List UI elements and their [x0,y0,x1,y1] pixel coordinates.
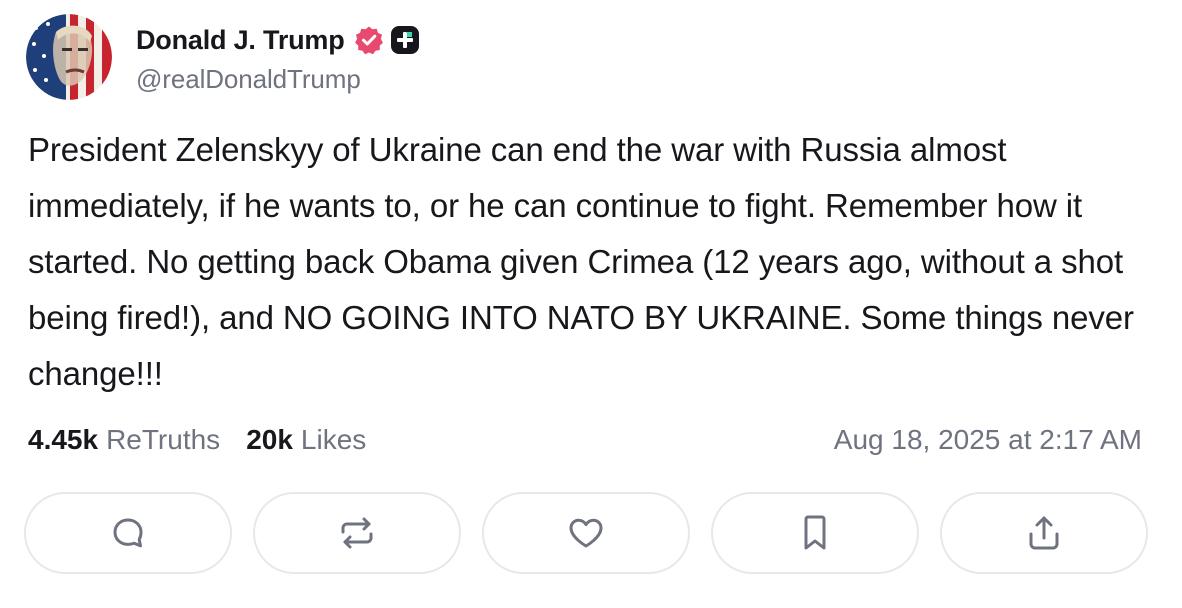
reply-icon [110,515,146,551]
author-handle[interactable]: @realDonaldTrump [136,64,361,95]
avatar-image [26,14,112,100]
reply-button[interactable] [24,492,232,574]
likes-label[interactable]: Likes [301,424,366,456]
action-bar [24,492,1148,576]
verified-badge-icon [354,25,384,55]
like-button[interactable] [482,492,690,574]
plus-badge-icon [390,25,420,55]
avatar[interactable] [26,14,112,100]
post-card: Donald J. Trump @realDonaldTrump Preside… [0,0,1182,608]
retruths-label[interactable]: ReTruths [106,424,220,456]
author-display-name[interactable]: Donald J. Trump [136,25,345,56]
retruth-button[interactable] [253,492,461,574]
post-stats: 4.45k ReTruths 20k Likes [28,418,366,462]
post-timestamp[interactable]: Aug 18, 2025 at 2:17 AM [834,418,1142,462]
post-body-text: President Zelenskyy of Ukraine can end t… [28,131,1134,392]
retruth-icon [337,515,377,551]
retruths-count[interactable]: 4.45k [28,424,98,456]
share-button[interactable] [940,492,1148,574]
bookmark-button[interactable] [711,492,919,574]
bookmark-icon [799,514,831,552]
author-row: Donald J. Trump [136,20,420,60]
like-icon [566,515,606,551]
likes-count[interactable]: 20k [246,424,293,456]
share-icon [1026,514,1062,552]
